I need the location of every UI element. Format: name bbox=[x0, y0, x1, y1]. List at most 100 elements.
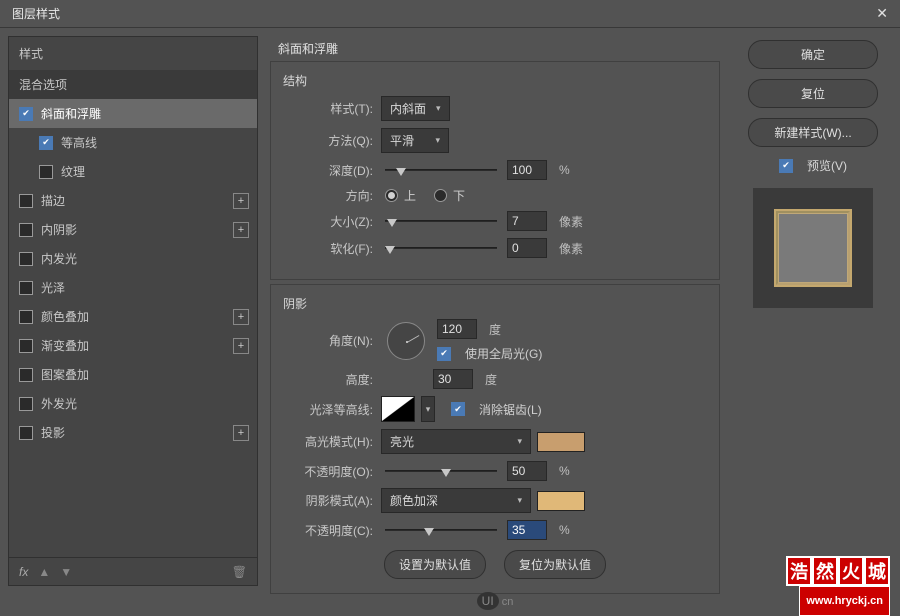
styles-panel: 样式 混合选项 斜面和浮雕等高线纹理描边+内阴影+内发光光泽颜色叠加 + 渐变叠加 +… bbox=[8, 36, 258, 586]
shadow-mode-value: 颜色加深 bbox=[390, 492, 438, 509]
style-item[interactable]: 图案叠加 bbox=[9, 360, 257, 389]
style-item[interactable]: 等高线 bbox=[9, 128, 257, 157]
style-checkbox[interactable] bbox=[39, 136, 53, 150]
fx-icon[interactable]: fx bbox=[19, 565, 28, 579]
arrow-up-icon[interactable]: ▲ bbox=[38, 565, 50, 579]
highlight-mode-label: 高光模式(H): bbox=[283, 433, 375, 450]
add-effect-icon[interactable]: + bbox=[233, 425, 249, 441]
shadow-opacity-input[interactable]: 35 bbox=[507, 520, 547, 540]
make-default-button[interactable]: 设置为默认值 bbox=[384, 550, 486, 579]
style-item-label: 投影 bbox=[41, 424, 65, 441]
technique-row: 方法(Q): 平滑 ▾ bbox=[283, 128, 707, 153]
watermark-char: 火 bbox=[838, 556, 864, 586]
direction-up-radio[interactable] bbox=[385, 189, 398, 202]
style-item[interactable]: 渐变叠加 + bbox=[9, 331, 257, 360]
size-slider[interactable] bbox=[385, 220, 497, 222]
highlight-opacity-input[interactable]: 50 bbox=[507, 461, 547, 481]
gloss-contour-swatch[interactable] bbox=[381, 396, 415, 422]
soften-slider[interactable] bbox=[385, 247, 497, 249]
size-label: 大小(Z): bbox=[283, 213, 375, 230]
style-label: 样式(T): bbox=[283, 100, 375, 117]
highlight-mode-dropdown[interactable]: 亮光 ▾ bbox=[381, 429, 531, 454]
add-effect-icon[interactable]: + bbox=[233, 222, 249, 238]
gloss-contour-row: 光泽等高线: ▾ 消除锯齿(L) bbox=[283, 396, 707, 422]
shadow-mode-row: 阴影模式(A): 颜色加深 ▾ bbox=[283, 488, 707, 513]
add-effect-icon[interactable]: + bbox=[233, 193, 249, 209]
style-item[interactable]: 投影 + bbox=[9, 418, 257, 447]
chevron-down-icon: ▾ bbox=[436, 103, 441, 114]
style-item-label: 纹理 bbox=[61, 163, 85, 180]
main-area: 样式 混合选项 斜面和浮雕等高线纹理描边+内阴影+内发光光泽颜色叠加 + 渐变叠加 +… bbox=[0, 28, 900, 586]
preview-row: 预览(V) bbox=[779, 157, 847, 174]
size-input[interactable]: 7 bbox=[507, 211, 547, 231]
style-item[interactable]: 描边+ bbox=[9, 186, 257, 215]
gloss-contour-label: 光泽等高线: bbox=[283, 401, 375, 418]
antialias-label: 消除锯齿(L) bbox=[479, 401, 542, 418]
style-item[interactable]: 光泽 bbox=[9, 273, 257, 302]
depth-input[interactable]: 100 bbox=[507, 160, 547, 180]
highlight-color-swatch[interactable] bbox=[537, 432, 585, 452]
style-item[interactable]: 内发光 bbox=[9, 244, 257, 273]
titlebar: 图层样式 ✕ bbox=[0, 0, 900, 28]
style-item-label: 渐变叠加 bbox=[41, 337, 89, 354]
soften-input[interactable]: 0 bbox=[507, 238, 547, 258]
direction-up-label: 上 bbox=[404, 187, 416, 204]
antialias-checkbox[interactable] bbox=[451, 402, 465, 416]
angle-dial[interactable] bbox=[387, 322, 425, 360]
style-checkbox[interactable] bbox=[19, 223, 33, 237]
direction-down-label: 下 bbox=[453, 187, 465, 204]
style-item-label: 图案叠加 bbox=[41, 366, 89, 383]
style-checkbox[interactable] bbox=[39, 165, 53, 179]
shadow-color-swatch[interactable] bbox=[537, 491, 585, 511]
chevron-down-icon: ▾ bbox=[435, 135, 440, 146]
style-checkbox[interactable] bbox=[19, 281, 33, 295]
preview-checkbox[interactable] bbox=[779, 159, 793, 173]
style-checkbox[interactable] bbox=[19, 252, 33, 266]
angle-input[interactable]: 120 bbox=[437, 319, 477, 339]
footer-logo: UI cn bbox=[270, 594, 720, 608]
highlight-opacity-slider[interactable] bbox=[385, 470, 497, 472]
style-dropdown[interactable]: 内斜面 ▾ bbox=[381, 96, 450, 121]
shadow-opacity-slider[interactable] bbox=[385, 529, 497, 531]
style-item[interactable]: 内阴影+ bbox=[9, 215, 257, 244]
style-item[interactable]: 颜色叠加 + bbox=[9, 302, 257, 331]
global-light-checkbox[interactable] bbox=[437, 347, 451, 361]
close-icon[interactable]: ✕ bbox=[876, 5, 888, 22]
cancel-button[interactable]: 复位 bbox=[748, 79, 878, 108]
style-checkbox[interactable] bbox=[19, 426, 33, 440]
arrow-down-icon[interactable]: ▼ bbox=[60, 565, 72, 579]
trash-icon[interactable]: 🗑 bbox=[232, 565, 247, 579]
shadow-mode-dropdown[interactable]: 颜色加深 ▾ bbox=[381, 488, 531, 513]
add-effect-icon[interactable]: + bbox=[233, 338, 249, 354]
styles-header: 样式 bbox=[9, 37, 257, 70]
shadow-opacity-label: 不透明度(C): bbox=[283, 522, 375, 539]
altitude-input[interactable]: 30 bbox=[433, 369, 473, 389]
depth-row: 深度(D): 100 % bbox=[283, 160, 707, 180]
style-item[interactable]: 斜面和浮雕 bbox=[9, 99, 257, 128]
technique-dropdown[interactable]: 平滑 ▾ bbox=[381, 128, 449, 153]
watermark-char: 浩 bbox=[786, 556, 812, 586]
chevron-down-icon: ▾ bbox=[517, 436, 522, 447]
reset-default-button[interactable]: 复位为默认值 bbox=[504, 550, 606, 579]
direction-label: 方向: bbox=[283, 187, 375, 204]
global-light-label: 使用全局光(G) bbox=[465, 345, 542, 362]
style-item[interactable]: 纹理 bbox=[9, 157, 257, 186]
style-item-label: 颜色叠加 bbox=[41, 308, 89, 325]
depth-slider[interactable] bbox=[385, 169, 497, 171]
direction-down-radio[interactable] bbox=[434, 189, 447, 202]
style-checkbox[interactable] bbox=[19, 107, 33, 121]
style-item[interactable]: 外发光 bbox=[9, 389, 257, 418]
style-checkbox[interactable] bbox=[19, 339, 33, 353]
ok-button[interactable]: 确定 bbox=[748, 40, 878, 69]
structure-title: 结构 bbox=[283, 72, 707, 89]
gloss-contour-dropdown[interactable]: ▾ bbox=[421, 396, 435, 422]
style-checkbox[interactable] bbox=[19, 194, 33, 208]
style-checkbox[interactable] bbox=[19, 310, 33, 324]
add-effect-icon[interactable]: + bbox=[233, 309, 249, 325]
blend-options[interactable]: 混合选项 bbox=[9, 70, 257, 99]
watermark-char: 然 bbox=[812, 556, 838, 586]
style-checkbox[interactable] bbox=[19, 397, 33, 411]
style-row: 样式(T): 内斜面 ▾ bbox=[283, 96, 707, 121]
new-style-button[interactable]: 新建样式(W)... bbox=[748, 118, 878, 147]
style-checkbox[interactable] bbox=[19, 368, 33, 382]
